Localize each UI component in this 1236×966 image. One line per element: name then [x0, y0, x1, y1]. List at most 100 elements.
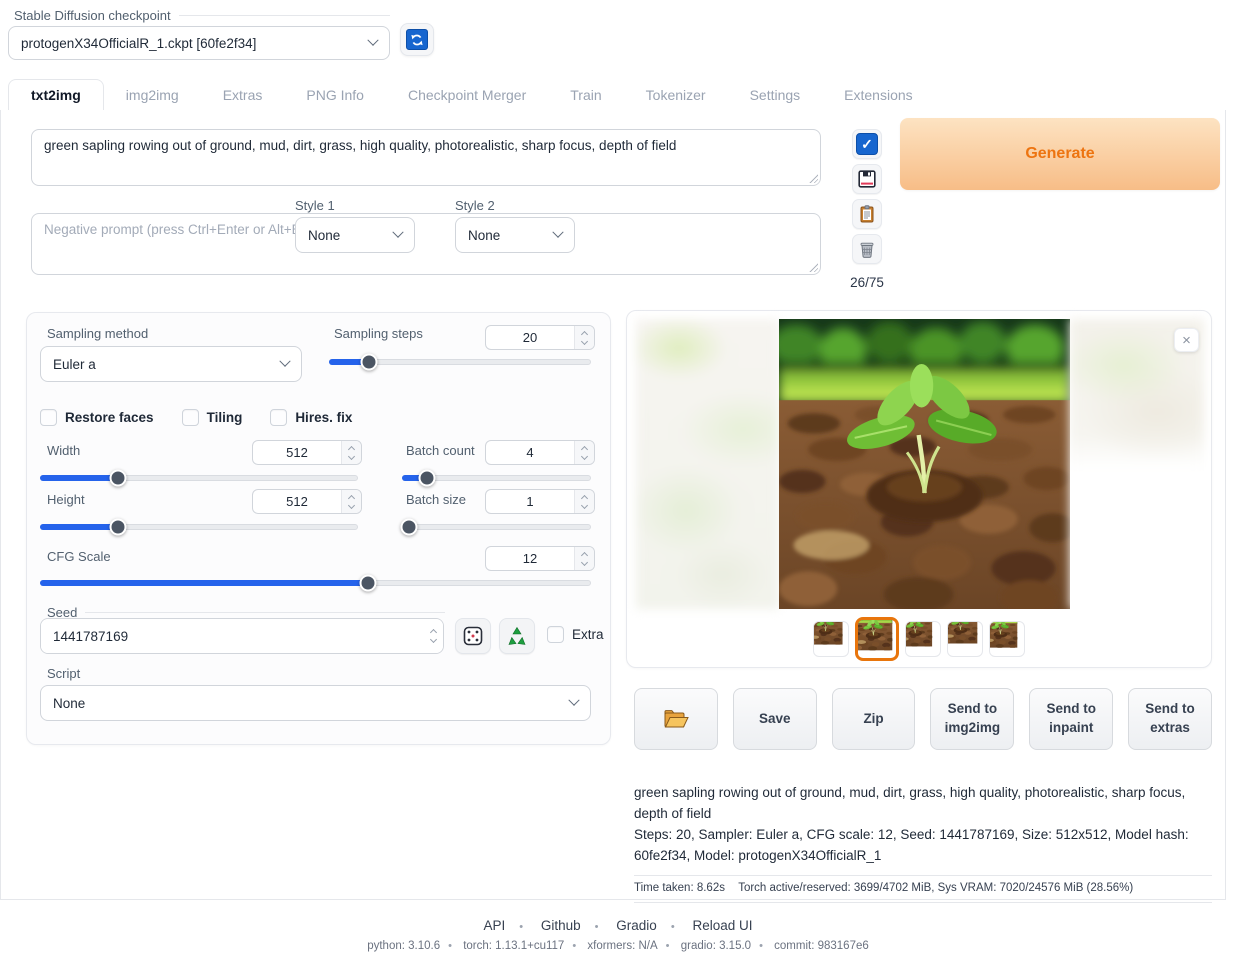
apply-style-button[interactable] — [852, 199, 882, 229]
cfg-scale-slider[interactable] — [40, 580, 591, 586]
slider-thumb[interactable] — [361, 354, 378, 371]
thumbnail-5[interactable] — [989, 621, 1025, 657]
close-gallery-button[interactable]: × — [1174, 328, 1199, 352]
gradio-link[interactable]: Gradio — [616, 918, 657, 933]
tab-checkpoint-merger[interactable]: Checkpoint Merger — [386, 80, 548, 110]
style2-value: None — [468, 228, 500, 243]
legend-line — [85, 612, 445, 613]
clear-prompt-button[interactable] — [852, 234, 882, 264]
tab-train[interactable]: Train — [548, 80, 623, 110]
separator-dot: • — [671, 921, 675, 933]
send-to-img2img-button[interactable]: Send to img2img — [930, 688, 1014, 750]
stepper-icon[interactable] — [423, 619, 443, 653]
slider-thumb[interactable] — [400, 519, 417, 536]
batch-size-slider[interactable] — [402, 524, 591, 530]
extra-label: Extra — [572, 627, 604, 642]
extra-seed-checkbox[interactable]: Extra — [547, 626, 604, 643]
stepper-icon[interactable] — [574, 326, 594, 349]
stepper-icon[interactable] — [574, 441, 594, 464]
main-tab-bar: txt2img img2img Extras PNG Info Checkpoi… — [0, 78, 1226, 111]
footer: API• Github• Gradio• Reload UI python: 3… — [0, 918, 1236, 952]
api-link[interactable]: API — [484, 918, 506, 933]
tab-extras[interactable]: Extras — [201, 80, 285, 110]
tab-settings[interactable]: Settings — [728, 80, 823, 110]
script-dropdown[interactable]: None — [40, 685, 591, 721]
checkpoint-group: Stable Diffusion checkpoint protogenX34O… — [8, 8, 390, 60]
height-input — [252, 489, 362, 514]
tab-png-info[interactable]: PNG Info — [284, 80, 386, 110]
height-slider[interactable] — [40, 524, 358, 530]
checkpoint-dropdown[interactable]: protogenX34OfficialR_1.ckpt [60fe2f34] — [8, 26, 390, 60]
random-seed-button[interactable] — [455, 618, 491, 654]
save-button[interactable]: Save — [733, 688, 817, 750]
reload-ui-link[interactable]: Reload UI — [692, 918, 752, 933]
width-slider[interactable] — [40, 475, 358, 481]
batch-count-label: Batch count — [406, 443, 475, 458]
generate-button[interactable]: Generate — [900, 118, 1220, 190]
seed-value[interactable] — [41, 619, 423, 653]
paste-params-button[interactable]: ✓ — [852, 129, 882, 159]
stepper-icon[interactable] — [574, 547, 594, 570]
send-to-inpaint-button[interactable]: Send to inpaint — [1029, 688, 1113, 750]
checkpoint-value: protogenX34OfficialR_1.ckpt [60fe2f34] — [21, 36, 256, 51]
thumbnail-3[interactable] — [905, 621, 941, 657]
github-link[interactable]: Github — [541, 918, 581, 933]
tab-extensions[interactable]: Extensions — [822, 80, 934, 110]
stepper-icon[interactable] — [341, 490, 361, 513]
cfg-scale-value[interactable] — [486, 547, 574, 570]
sd-webui-app: Stable Diffusion checkpoint protogenX34O… — [0, 0, 1236, 966]
hires-fix-checkbox[interactable]: Hires. fix — [270, 409, 352, 426]
stepper-icon[interactable] — [341, 441, 361, 464]
separator-dot: • — [448, 940, 452, 952]
negative-prompt-input[interactable] — [31, 213, 821, 275]
time-taken: Time taken: 8.62s — [634, 882, 725, 894]
result-gallery-panel: × — [626, 310, 1212, 668]
chevron-down-icon — [552, 227, 563, 238]
width-label: Width — [47, 443, 80, 458]
slider-thumb[interactable] — [359, 575, 376, 592]
tab-img2img[interactable]: img2img — [104, 80, 201, 110]
tab-txt2img[interactable]: txt2img — [8, 79, 104, 111]
thumbnail-2-selected[interactable] — [855, 617, 899, 661]
style2-dropdown[interactable]: None — [455, 217, 575, 253]
vram-stats: Torch active/reserved: 3699/4702 MiB, Sy… — [738, 882, 1133, 894]
save-style-button[interactable] — [852, 164, 882, 194]
open-folder-button[interactable] — [634, 688, 718, 750]
batch-size-value[interactable] — [486, 490, 574, 513]
chevron-down-icon — [568, 695, 579, 706]
batch-count-value[interactable] — [486, 441, 574, 464]
stepper-icon[interactable] — [574, 490, 594, 513]
generation-info: green sapling rowing out of ground, mud,… — [634, 783, 1212, 903]
performance-stats: Time taken: 8.62s Torch active/reserved:… — [634, 876, 1212, 902]
slider-thumb[interactable] — [110, 519, 127, 536]
refresh-checkpoint-button[interactable] — [400, 23, 434, 56]
thumbnail-1[interactable] — [813, 621, 849, 657]
slider-thumb[interactable] — [419, 470, 436, 487]
send-to-extras-button[interactable]: Send to extras — [1128, 688, 1212, 750]
tab-tokenizer[interactable]: Tokenizer — [624, 80, 728, 110]
sampling-steps-input — [485, 325, 595, 350]
slider-thumb[interactable] — [110, 470, 127, 487]
width-value[interactable] — [253, 441, 341, 464]
trash-icon — [857, 239, 877, 259]
separator-dot: • — [572, 940, 576, 952]
separator-dot: • — [595, 921, 599, 933]
close-icon: × — [1182, 332, 1191, 349]
tiling-checkbox[interactable]: Tiling — [182, 409, 243, 426]
zip-button[interactable]: Zip — [832, 688, 916, 750]
sampling-steps-value[interactable] — [486, 326, 574, 349]
recycle-icon — [506, 625, 528, 647]
restore-faces-checkbox[interactable]: Restore faces — [40, 409, 154, 426]
clipboard-icon — [857, 204, 877, 224]
generated-image[interactable] — [779, 319, 1070, 609]
thumbnail-4[interactable] — [947, 621, 983, 657]
sampling-method-dropdown[interactable]: Euler a — [40, 346, 302, 382]
sampling-steps-slider[interactable] — [329, 359, 591, 365]
batch-count-input — [485, 440, 595, 465]
batch-count-slider[interactable] — [402, 475, 591, 481]
height-value[interactable] — [253, 490, 341, 513]
reuse-seed-button[interactable] — [499, 618, 535, 654]
style1-dropdown[interactable]: None — [295, 217, 415, 253]
prompt-input[interactable]: green sapling rowing out of ground, mud,… — [31, 129, 821, 186]
batch-size-input — [485, 489, 595, 514]
